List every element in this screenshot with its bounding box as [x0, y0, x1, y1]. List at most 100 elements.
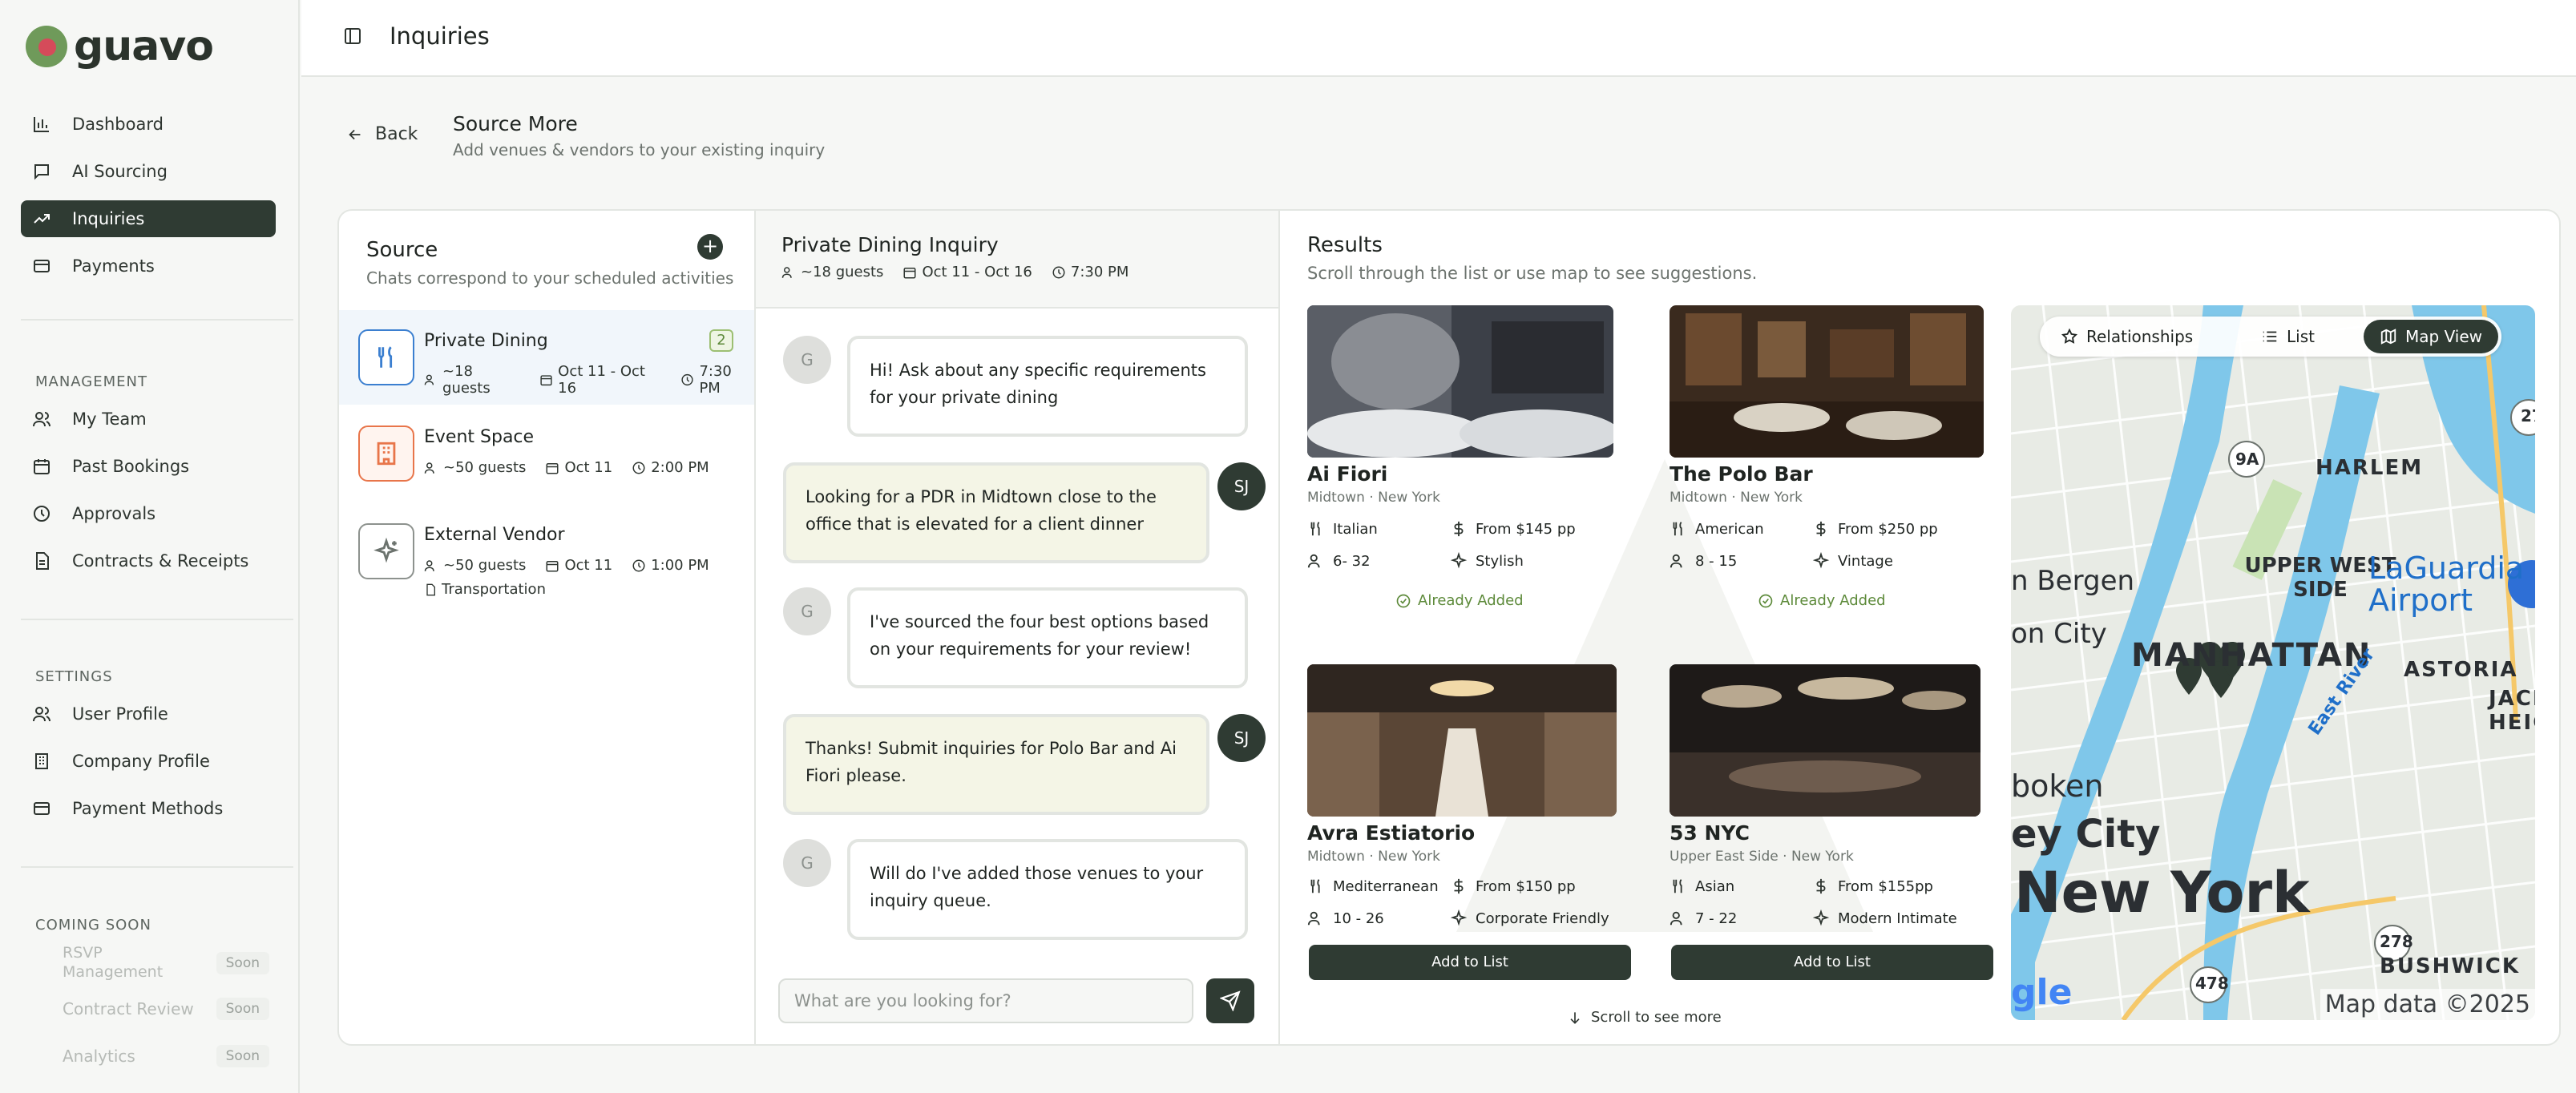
- utensils-icon: [1673, 879, 1682, 893]
- venue-location: Midtown · New York: [1307, 849, 1440, 865]
- dollar-icon: [1454, 878, 1464, 894]
- source-meta: ~50 guests Oct 11 2:00 PM: [424, 459, 709, 476]
- sidebar-divider: [21, 319, 293, 321]
- source-name: External Vendor: [424, 525, 565, 545]
- sidebar-item-label: Approvals: [72, 504, 156, 523]
- time: 2:00 PM: [651, 459, 709, 476]
- sidebar-item-inquiries[interactable]: Inquiries: [21, 200, 276, 237]
- map-label-harlem: HARLEM: [2316, 456, 2424, 480]
- chat-message-user: Thanks! Submit inquiries for Polo Bar an…: [783, 714, 1209, 815]
- map-label-union-city: on City: [2011, 618, 2107, 650]
- send-icon: [1220, 990, 1241, 1011]
- page-title: Inquiries: [390, 22, 490, 50]
- results-panel: Results Scroll through the list or use m…: [1280, 211, 2559, 1044]
- venue-photo: [1670, 305, 1984, 458]
- venue-cuisine: Asian: [1670, 877, 1734, 895]
- venue-vibe: Vintage: [1812, 552, 1893, 570]
- venue-capacity: 6- 32: [1307, 552, 1371, 570]
- sidebar-divider: [21, 866, 293, 868]
- chat-message-assistant: Will do I've added those venues to your …: [847, 839, 1248, 940]
- venue-capacity: 10 - 26: [1307, 909, 1384, 927]
- user-avatar: SJ: [1217, 714, 1266, 762]
- map-label-manhattan: MANHATTAN: [2131, 637, 2372, 674]
- venue-card-avra-estiatorio[interactable]: Avra Estiatorio Midtown · New York Medit…: [1307, 664, 1644, 985]
- tab-list[interactable]: List: [2245, 320, 2331, 353]
- sidebar-item-user-profile[interactable]: User Profile: [21, 696, 276, 732]
- source-title: Source: [366, 238, 438, 262]
- sidebar-item-payment-methods[interactable]: Payment Methods: [21, 790, 276, 827]
- soon-badge: Soon: [216, 998, 269, 1020]
- bar-chart-icon: [30, 113, 53, 135]
- sidebar-item-label: RSVP Management: [63, 944, 164, 981]
- sidebar-item-rsvp-management: RSVP Management: [21, 942, 181, 982]
- capacity-label: 10 - 26: [1333, 909, 1384, 927]
- venue-card-53-nyc[interactable]: 53 NYC Upper East Side · New York Asian …: [1670, 664, 2006, 985]
- venue-card-the-polo-bar[interactable]: The Polo Bar Midtown · New York American…: [1670, 305, 2006, 618]
- venue-price: From $150 pp: [1450, 877, 1576, 895]
- venue-price: From $155pp: [1812, 877, 1933, 895]
- source-item-external-vendor[interactable]: External Vendor ~50 guests Oct 11 1:00 P…: [339, 504, 754, 616]
- scroll-more-label: Scroll to see more: [1591, 1009, 1722, 1026]
- arrow-left-icon: [349, 129, 361, 139]
- sidebar-item-payments[interactable]: Payments: [21, 248, 276, 284]
- check-circle-icon: [1758, 594, 1773, 607]
- sidebar-toggle-icon[interactable]: [343, 26, 362, 46]
- venue-vibe: Stylish: [1450, 552, 1524, 570]
- calendar-icon: [546, 560, 559, 571]
- brand-logo[interactable]: guavo: [26, 22, 214, 71]
- send-button[interactable]: [1206, 978, 1254, 1023]
- source-item-private-dining[interactable]: Private Dining 2 ~18 guests Oct 11 - Oct…: [339, 310, 754, 405]
- sidebar-item-ai-sourcing[interactable]: AI Sourcing: [21, 153, 276, 190]
- source-description: Chats correspond to your scheduled activ…: [366, 268, 734, 288]
- vendor-category-label: Transportation: [442, 581, 546, 598]
- calendar-icon: [30, 455, 53, 478]
- results-map[interactable]: 9A 27 278 478 HARLEM UPPER WEST SIDE LaG…: [2011, 305, 2535, 1020]
- date-range: Oct 11: [564, 557, 613, 574]
- clock-icon: [30, 502, 53, 525]
- card-icon: [30, 797, 53, 820]
- sidebar-item-company-profile[interactable]: Company Profile: [21, 743, 276, 780]
- back-label: Back: [375, 124, 418, 144]
- tab-relationships[interactable]: Relationships: [2045, 320, 2209, 353]
- tab-map-view[interactable]: Map View: [2364, 320, 2499, 353]
- sidebar-item-label: Payment Methods: [72, 799, 224, 818]
- chat-header: Private Dining Inquiry ~18 guests Oct 11…: [756, 211, 1278, 309]
- time: 1:00 PM: [651, 557, 709, 574]
- sidebar-item-contracts-receipts[interactable]: Contracts & Receipts: [21, 542, 276, 579]
- sidebar-item-past-bookings[interactable]: Past Bookings: [21, 448, 276, 485]
- venue-photo: [1670, 664, 1980, 817]
- results-title: Results: [1307, 233, 1383, 257]
- venue-card-ai-fiori[interactable]: Ai Fiori Midtown · New York Italian From…: [1307, 305, 1644, 618]
- users-icon: [424, 462, 434, 474]
- calendar-icon: [540, 375, 552, 386]
- map-shield-label: 27: [2521, 406, 2535, 426]
- users-icon: [30, 408, 53, 430]
- back-button[interactable]: Back: [346, 124, 418, 144]
- add-to-list-button[interactable]: Add to List: [1671, 945, 1993, 980]
- assistant-avatar: G: [783, 587, 831, 635]
- status-label: Already Added: [1418, 592, 1524, 609]
- clock-icon: [632, 559, 645, 571]
- sidebar-item-my-team[interactable]: My Team: [21, 401, 276, 438]
- map-label-laguardia: LaGuardia Airport: [2368, 551, 2525, 618]
- guest-count: ~50 guests: [443, 459, 527, 476]
- add-to-list-button[interactable]: Add to List: [1309, 945, 1631, 980]
- guest-count: ~18 guests: [442, 363, 491, 397]
- scroll-more-hint[interactable]: Scroll to see more: [1567, 1009, 1722, 1026]
- users-icon: [1307, 554, 1320, 568]
- building-icon: [358, 426, 414, 482]
- venue-cuisine: American: [1670, 520, 1764, 538]
- user-avatar: SJ: [1217, 462, 1266, 510]
- source-item-event-space[interactable]: Event Space ~50 guests Oct 11 2:00 PM: [339, 406, 754, 501]
- add-source-button[interactable]: +: [697, 234, 723, 260]
- chat-input[interactable]: What are you looking for?: [778, 978, 1193, 1023]
- sidebar-item-approvals[interactable]: Approvals: [21, 495, 276, 532]
- price-label: From $155pp: [1838, 877, 1933, 895]
- tab-label: Map View: [2405, 327, 2483, 346]
- date-range: Oct 11: [564, 459, 613, 476]
- clock-icon: [632, 462, 645, 474]
- building-icon: [30, 750, 53, 772]
- sidebar-item-dashboard[interactable]: Dashboard: [21, 106, 276, 143]
- sidebar-item-label: User Profile: [72, 704, 168, 724]
- soon-badge: Soon: [216, 952, 269, 974]
